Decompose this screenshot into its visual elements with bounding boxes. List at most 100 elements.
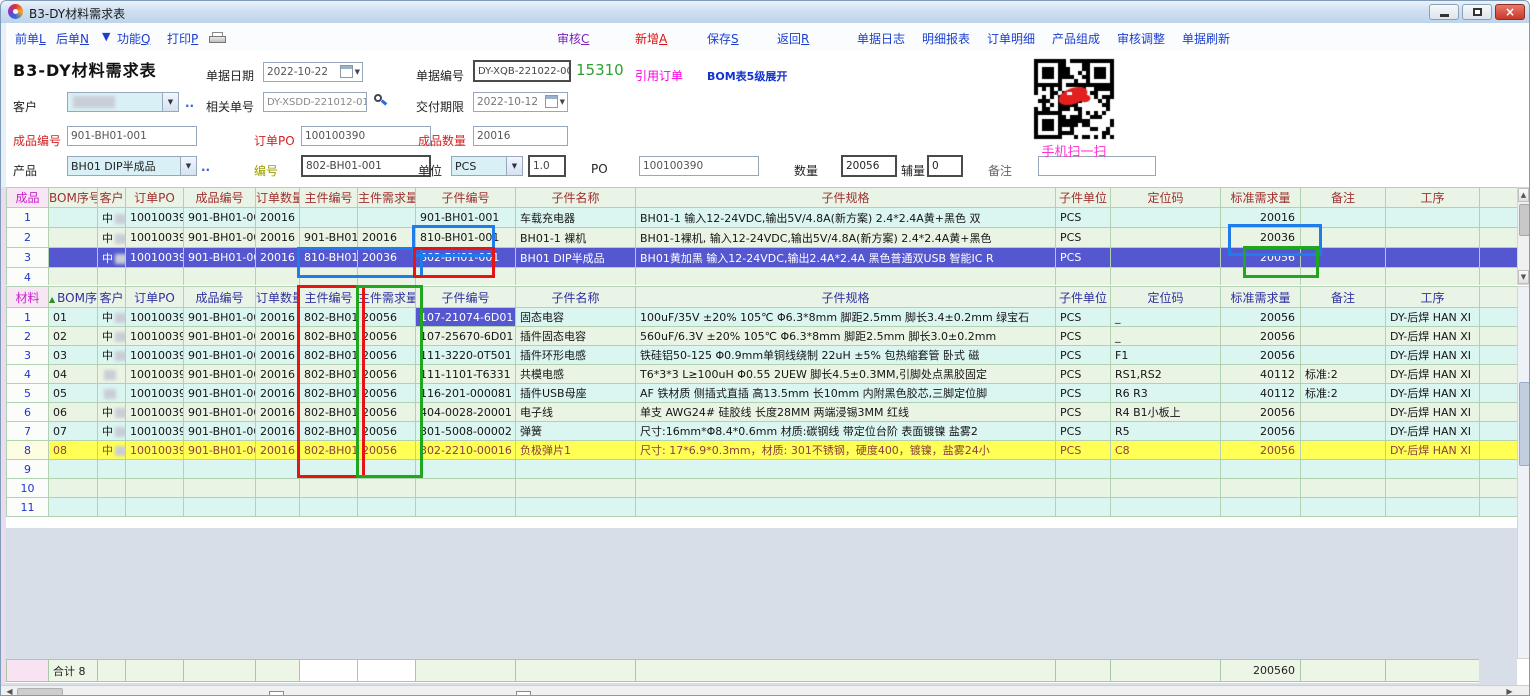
column-header-main_code[interactable]: 主件编号 <box>300 188 358 208</box>
cell-order_qty[interactable]: 20016 <box>256 327 300 346</box>
cell-std_qty[interactable]: 40112 <box>1221 365 1301 384</box>
cell-sub_name[interactable] <box>516 498 636 517</box>
cell-sub_name[interactable]: BH01-1 裸机 <box>516 228 636 248</box>
cell-sub_name[interactable]: 插件固态电容 <box>516 327 636 346</box>
maximize-button[interactable] <box>1462 4 1492 20</box>
finished-code-field[interactable]: 901-BH01-001 <box>67 126 197 146</box>
cell-sub_code[interactable] <box>416 479 516 498</box>
cell-position_code[interactable]: _ <box>1111 308 1221 327</box>
cell-main_code[interactable]: 901-BH01-001 <box>300 228 358 248</box>
cell-bom_no[interactable] <box>49 208 98 228</box>
detail-report-button[interactable]: 明细报表 <box>922 30 970 47</box>
cell-main_qty[interactable]: 20056 <box>358 441 416 460</box>
cell-sub_unit[interactable]: PCS <box>1056 422 1111 441</box>
cell-sub_spec[interactable]: 单支 AWG24# 硅胶线 长度28MM 两端浸锡3MM 红线 <box>636 403 1056 422</box>
table-row[interactable]: 303中100100390901-BH01-00120016802-BH01-0… <box>7 346 1518 365</box>
cell-sub_unit[interactable]: PCS <box>1056 208 1111 228</box>
cell-sub_unit[interactable]: PCS <box>1056 346 1111 365</box>
table-row[interactable]: 3中100100390901-BH01-00120016810-BH01-001… <box>7 248 1518 268</box>
cell-position_code[interactable] <box>1111 460 1221 479</box>
cell-order_qty[interactable] <box>256 268 300 286</box>
cell-main_code[interactable] <box>300 268 358 286</box>
cell-main_code[interactable]: 802-BH01-001 <box>300 384 358 403</box>
cell-order_qty[interactable]: 20016 <box>256 228 300 248</box>
cell-remark[interactable] <box>1301 327 1386 346</box>
unit-combo[interactable]: PCS ▼ <box>451 156 523 176</box>
dropdown-arrow-icon[interactable]: ▼ <box>355 68 360 76</box>
cell-process[interactable] <box>1386 268 1480 286</box>
cell-remark[interactable] <box>1301 479 1386 498</box>
cell-sub_name[interactable]: 负极弹片1 <box>516 441 636 460</box>
column-header-std_qty[interactable]: 标准需求量 <box>1221 188 1301 208</box>
cell-row[interactable]: 8 <box>7 441 49 460</box>
customer-combo[interactable]: ▼ <box>67 92 179 112</box>
cell-sub_name[interactable]: 插件环形电感 <box>516 346 636 365</box>
deadline-field[interactable]: 2022-10-12 ▼ <box>473 92 568 112</box>
cell-main_qty[interactable]: 20056 <box>358 384 416 403</box>
cell-remark[interactable] <box>1301 460 1386 479</box>
cell-product_code[interactable]: 901-BH01-001 <box>184 308 256 327</box>
product-composition-button[interactable]: 产品组成 <box>1052 30 1100 47</box>
print-button[interactable]: 打印P <box>167 30 198 47</box>
cell-std_qty[interactable]: 20056 <box>1221 248 1301 268</box>
cell-order_po[interactable]: 100100390 <box>126 384 184 403</box>
cell-product_code[interactable] <box>184 268 256 286</box>
cell-product_code[interactable]: 901-BH01-001 <box>184 365 256 384</box>
checkbox[interactable] <box>269 691 284 696</box>
cell-sub_code[interactable]: 116-201-000081 <box>416 384 516 403</box>
cell-process[interactable]: DY-后焊 HAN XI <box>1386 346 1480 365</box>
cell-main_qty[interactable] <box>358 208 416 228</box>
cell-row[interactable]: 10 <box>7 479 49 498</box>
cell-main_code[interactable]: 802-BH01-001 <box>300 308 358 327</box>
column-header-order_po[interactable]: 订单PO <box>126 287 184 308</box>
cell-sub_spec[interactable]: 560uF/6.3V ±20% 105℃ Φ6.3*8mm 脚距2.5mm 脚长… <box>636 327 1056 346</box>
order-po-field[interactable]: 100100390 <box>301 126 431 146</box>
cell-main_qty[interactable]: 20016 <box>358 228 416 248</box>
scrollbar-thumb[interactable] <box>1519 382 1530 466</box>
printer-icon[interactable] <box>209 32 226 45</box>
column-header-sub_code[interactable]: 子件编号 <box>416 287 516 308</box>
cell-process[interactable]: DY-后焊 HAN XI <box>1386 308 1480 327</box>
cell-product_code[interactable]: 901-BH01-001 <box>184 441 256 460</box>
cell-sub_code[interactable]: 111-3220-0T501 <box>416 346 516 365</box>
functions-button[interactable]: 功能Q <box>117 30 150 47</box>
cell-order_qty[interactable]: 20016 <box>256 422 300 441</box>
cell-process[interactable] <box>1386 228 1480 248</box>
search-icon[interactable] <box>372 93 388 109</box>
cell-bom_no[interactable]: 03 <box>49 346 98 365</box>
cell-position_code[interactable]: R6 R3 <box>1111 384 1221 403</box>
horizontal-scrollbar[interactable]: ◀ ▶ <box>1 685 1530 696</box>
cell-sub_name[interactable]: BH01 DIP半成品 <box>516 248 636 268</box>
column-header-position_code[interactable]: 定位码 <box>1111 188 1221 208</box>
cell-position_code[interactable]: R4 B1小板上 <box>1111 403 1221 422</box>
column-header-main_qty[interactable]: 主件需求量 <box>358 287 416 308</box>
cell-row[interactable]: 1 <box>7 308 49 327</box>
order-detail-button[interactable]: 订单明细 <box>987 30 1035 47</box>
cell-sub_spec[interactable]: T6*3*3 L≥100uH Φ0.55 2UEW 脚长4.5±0.3MM,引脚… <box>636 365 1056 384</box>
column-header-order_po[interactable]: 订单PO <box>126 188 184 208</box>
cell-process[interactable] <box>1386 248 1480 268</box>
cell-std_qty[interactable] <box>1221 479 1301 498</box>
cell-main_qty[interactable] <box>358 460 416 479</box>
cell-customer[interactable] <box>98 365 126 384</box>
cell-bom_no[interactable] <box>49 479 98 498</box>
cell-customer[interactable]: 中 <box>98 228 126 248</box>
cell-sub_code[interactable]: 901-BH01-001 <box>416 208 516 228</box>
cell-row[interactable]: 2 <box>7 228 49 248</box>
cell-main_qty[interactable]: 20056 <box>358 422 416 441</box>
scroll-down-icon[interactable]: ▼ <box>1518 270 1529 284</box>
chevron-down-icon[interactable]: ▼ <box>506 157 522 175</box>
cell-sub_spec[interactable]: 尺寸:16mm*Φ8.4*0.6mm 材质:碳钢线 带定位台阶 表面镀镍 盐雾2 <box>636 422 1056 441</box>
cell-order_qty[interactable]: 20016 <box>256 248 300 268</box>
add-button[interactable]: 新增A <box>635 30 667 47</box>
cell-order_po[interactable]: 100100390 <box>126 228 184 248</box>
cell-order_qty[interactable]: 20016 <box>256 384 300 403</box>
cell-std_qty[interactable]: 20056 <box>1221 441 1301 460</box>
po2-field[interactable]: 100100390 <box>639 156 759 176</box>
cell-process[interactable] <box>1386 498 1480 517</box>
cell-row[interactable]: 3 <box>7 248 49 268</box>
column-header-main_qty[interactable]: 主件需求量 <box>358 188 416 208</box>
cell-order_po[interactable]: 100100390 <box>126 403 184 422</box>
cell-sub_unit[interactable]: PCS <box>1056 248 1111 268</box>
cell-remark[interactable] <box>1301 268 1386 286</box>
